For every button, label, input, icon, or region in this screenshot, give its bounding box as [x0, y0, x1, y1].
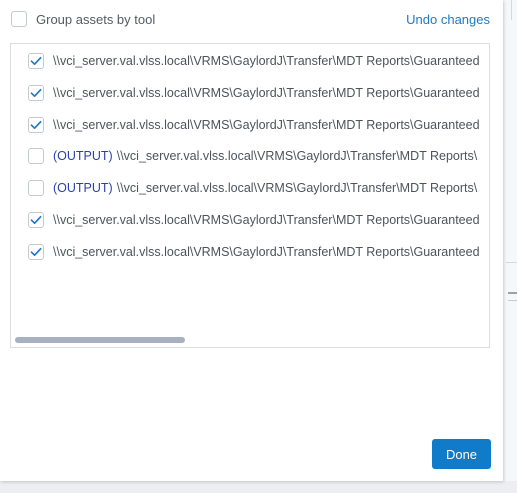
- asset-list-item[interactable]: (OUTPUT) \\vci_server.val.vlss.local\VRMS…: [11, 144, 489, 168]
- done-button[interactable]: Done: [432, 439, 491, 469]
- asset-checkbox[interactable]: [28, 116, 44, 133]
- asset-path-text: \\vci_server.val.vlss.local\VRMS\Gaylord…: [53, 117, 480, 133]
- asset-path: \\vci_server.val.vlss.local\VRMS\Gaylord…: [53, 54, 480, 68]
- checkmark-icon: [30, 56, 42, 66]
- asset-list-item[interactable]: \\vci_server.val.vlss.local\VRMS\Gaylord…: [11, 113, 489, 137]
- horizontal-scrollbar-thumb[interactable]: [15, 337, 185, 343]
- select-assets-dialog: Group assets by tool Undo changes \\vci_…: [0, 0, 503, 481]
- dialog-top-bar: Group assets by tool Undo changes: [0, 0, 503, 40]
- asset-path: \\vci_server.val.vlss.local\VRMS\Gaylord…: [53, 244, 480, 259]
- background-panel-bottom: [0, 481, 517, 493]
- asset-checkbox[interactable]: [28, 212, 44, 228]
- asset-list-item[interactable]: \\vci_server.val.vlss.local\VRMS\Gaylord…: [11, 208, 489, 232]
- background-divider: [511, 0, 512, 20]
- asset-path: \\vci_server.val.vlss.local\VRMS\Gaylord…: [53, 117, 480, 132]
- asset-path: \\vci_server.val.vlss.local\VRMS\Gaylord…: [53, 85, 480, 100]
- asset-path: \\vci_server.val.vlss.local\VRMS\Gaylord…: [116, 181, 478, 196]
- asset-list-item[interactable]: (OUTPUT) \\vci_server.val.vlss.local\VRMS…: [11, 176, 489, 200]
- asset-list-item[interactable]: \\vci_server.val.vlss.local\VRMS\Gaylord…: [11, 49, 489, 73]
- group-assets-checkbox[interactable]: [11, 11, 27, 27]
- asset-checkbox[interactable]: [28, 53, 44, 69]
- undo-changes-link[interactable]: Undo changes: [406, 12, 490, 28]
- asset-list-item[interactable]: \\vci_server.val.vlss.local\VRMS\Gaylord…: [11, 240, 489, 264]
- horizontal-scrollbar[interactable]: [15, 336, 485, 344]
- asset-checkbox[interactable]: [28, 180, 44, 197]
- asset-path-text: \\vci_server.val.vlss.local\VRMS\Gaylord…: [53, 244, 480, 260]
- asset-checkbox[interactable]: [28, 148, 44, 165]
- asset-checkbox[interactable]: [28, 243, 44, 260]
- asset-checkbox[interactable]: [28, 84, 44, 101]
- checkmark-icon: [30, 215, 42, 225]
- background-panel-right: [503, 0, 517, 493]
- background-divider: [508, 300, 517, 301]
- asset-path-text: \\vci_server.val.vlss.local\VRMS\Gaylord…: [53, 85, 480, 101]
- asset-list-item[interactable]: \\vci_server.val.vlss.local\VRMS\Gaylord…: [11, 81, 489, 105]
- output-tag: (OUTPUT): [53, 181, 113, 196]
- checkmark-icon: [30, 247, 42, 256]
- checkmark-icon: [30, 120, 42, 129]
- asset-path-text: (OUTPUT) \\vci_server.val.vlss.local\VRMS…: [53, 148, 477, 164]
- background-divider: [506, 262, 517, 263]
- asset-path-text: \\vci_server.val.vlss.local\VRMS\Gaylord…: [53, 53, 480, 69]
- checkmark-icon: [30, 88, 42, 97]
- asset-path-text: \\vci_server.val.vlss.local\VRMS\Gaylord…: [53, 212, 480, 228]
- asset-list: \\vci_server.val.vlss.local\VRMS\Gaylord…: [10, 43, 490, 348]
- group-assets-label: Group assets by tool: [36, 12, 156, 27]
- background-divider: [508, 292, 517, 294]
- asset-path: \\vci_server.val.vlss.local\VRMS\Gaylord…: [116, 149, 478, 164]
- asset-path-text: (OUTPUT) \\vci_server.val.vlss.local\VRMS…: [53, 180, 477, 196]
- output-tag: (OUTPUT): [53, 149, 113, 164]
- asset-path: \\vci_server.val.vlss.local\VRMS\Gaylord…: [53, 213, 480, 227]
